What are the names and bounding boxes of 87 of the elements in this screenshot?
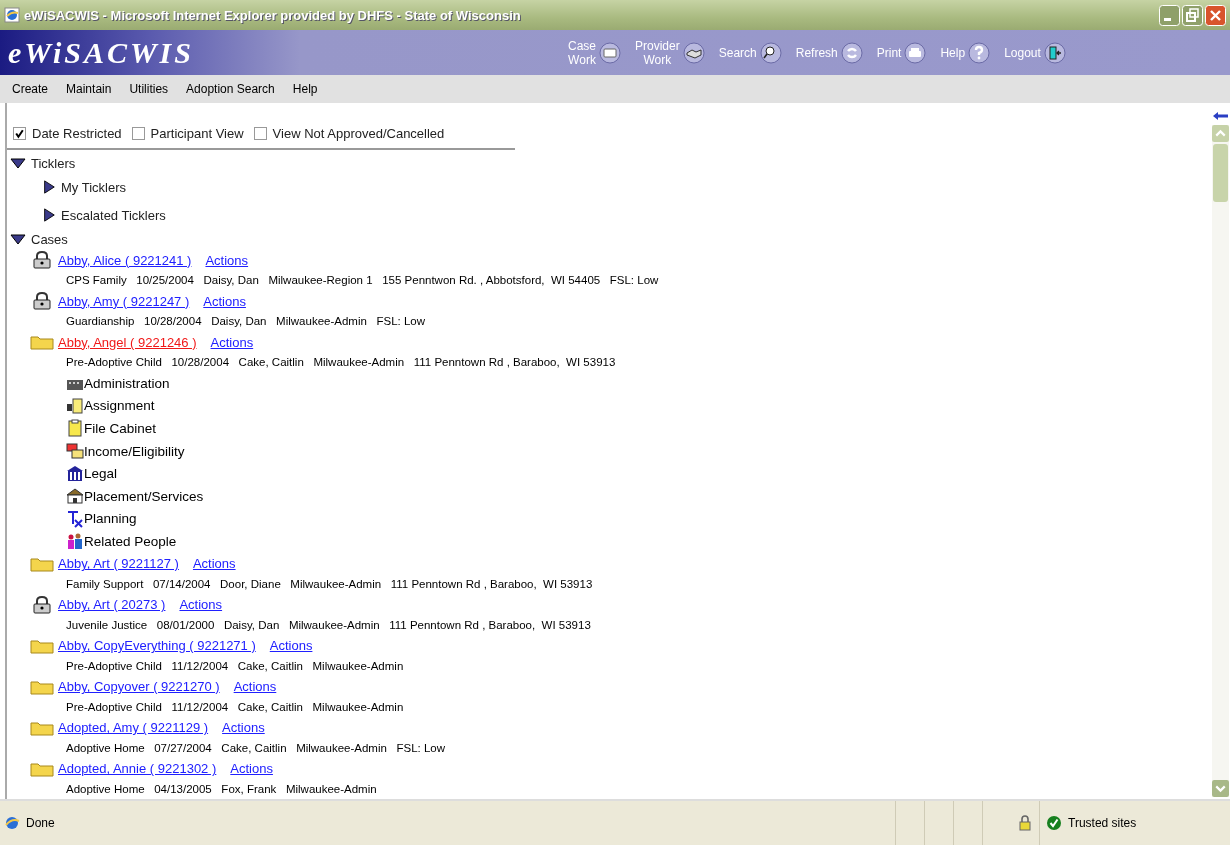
prescription-icon <box>66 509 84 528</box>
checkbox[interactable] <box>253 127 267 140</box>
case-link[interactable]: Abby, Angel ( 9221246 ) <box>58 334 197 350</box>
case-details: Pre-Adoptive Child 11/12/2004 Cake, Caitlin Milwaukee-Admin <box>65 699 405 715</box>
case-details: Family Support 07/14/2004 Door, Diane Milwaukee-Admin 111 Penntown Rd , Baraboo, WI 53913 <box>65 576 594 592</box>
checkbox-label: Participant View <box>150 126 244 141</box>
padlock-icon <box>1017 815 1033 831</box>
checkbox-label: Date Restricted <box>32 126 122 141</box>
handshake-icon <box>682 41 705 64</box>
expand-triangle-icon[interactable] <box>10 233 26 245</box>
scrollbar-thumb[interactable] <box>1212 144 1228 202</box>
case-menu-item[interactable]: Planning <box>84 511 137 527</box>
padlock-icon <box>30 251 54 269</box>
printer-icon <box>904 41 927 64</box>
case-link[interactable]: Abby, Art ( 20273 ) <box>58 597 166 613</box>
case-link[interactable]: Abby, Art ( 9221127 ) <box>58 556 179 572</box>
case-menu-item[interactable]: Legal <box>84 466 118 482</box>
expand-triangle-icon[interactable] <box>42 179 56 195</box>
case-menu-item[interactable]: Income/Eligibility <box>84 443 185 459</box>
tree-item[interactable]: Ticklers <box>31 155 76 171</box>
case-menu-item[interactable]: Placement/Services <box>84 488 204 504</box>
case-details: Adoptive Home 07/27/2004 Cake, Caitlin Milwaukee-Admin FSL: Low <box>65 740 447 756</box>
tree-item[interactable]: Cases <box>31 231 68 247</box>
clipboard-icon <box>66 419 84 438</box>
scroll-down-button[interactable] <box>1211 780 1229 797</box>
case-menu-item[interactable]: File Cabinet <box>84 421 157 436</box>
courthouse-icon <box>66 464 84 483</box>
expand-triangle-icon[interactable] <box>10 157 26 169</box>
case-link[interactable]: Adopted, Annie ( 9221302 ) <box>58 761 217 777</box>
restore-button[interactable] <box>1182 4 1203 26</box>
case-details: Pre-Adoptive Child 10/28/2004 Cake, Caitlin Milwaukee-Admin 111 Penntown Rd , Baraboo, WI 53913 <box>65 355 617 370</box>
case-details: CPS Family 10/25/2004 Daisy, Dan Milwaukee-Region 1 155 Penntwon Rd. , Abbotsford, WI 54405 FSL: Low <box>65 273 660 288</box>
security-zone: Trusted sites <box>1068 816 1137 830</box>
actions-link[interactable]: Actions <box>269 638 313 654</box>
status-text: Done <box>26 816 55 830</box>
actions-link[interactable]: Actions <box>192 556 236 572</box>
padlock-icon <box>30 595 54 614</box>
menu-item[interactable]: Create <box>6 82 55 96</box>
money-icon <box>66 442 84 461</box>
actions-link[interactable]: Actions <box>233 679 277 695</box>
expand-triangle-icon[interactable] <box>42 207 56 223</box>
checkbox[interactable] <box>131 127 145 140</box>
case-menu-item[interactable]: Related People <box>84 533 177 549</box>
checkmark-icon <box>1046 815 1062 831</box>
tree-item[interactable]: My Ticklers <box>61 179 126 195</box>
checkbox[interactable] <box>13 127 26 140</box>
actions-link[interactable]: Actions <box>205 252 249 268</box>
case-link[interactable]: Abby, Alice ( 9221241 ) <box>58 252 192 268</box>
checkbox-label: View Not Approved/Cancelled <box>272 126 445 141</box>
window-title: eWiSACWIS - Microsoft Internet Explorer provided by DHFS - State of Wisconsin <box>24 7 522 23</box>
padlock-icon <box>30 292 54 310</box>
minimize-button[interactable] <box>1159 4 1180 26</box>
scrollbar[interactable] <box>1211 125 1229 797</box>
browser-icon <box>4 815 20 831</box>
search-icon <box>759 41 782 64</box>
actions-link[interactable]: Actions <box>210 334 254 350</box>
actions-link[interactable]: Actions <box>230 761 273 777</box>
menu-item[interactable]: Maintain <box>60 82 118 96</box>
browser-icon <box>4 7 20 23</box>
actions-link[interactable]: Actions <box>203 293 246 309</box>
tree-item[interactable]: Escalated Ticklers <box>61 207 166 223</box>
case-details: Guardianship 10/28/2004 Daisy, Dan Milwaukee-Admin FSL: Low <box>65 314 427 329</box>
case-details: Juvenile Justice 08/01/2000 Daisy, Dan Milwaukee-Admin 111 Penntown Rd , Baraboo, WI 53913 <box>65 617 592 633</box>
actions-link[interactable]: Actions <box>179 597 223 613</box>
case-link[interactable]: Adopted, Amy ( 9221129 ) <box>58 720 209 736</box>
case-link[interactable]: Abby, CopyEverything ( 9221271 ) <box>58 638 256 654</box>
case-link[interactable]: Abby, Copyover ( 9221270 ) <box>58 679 220 695</box>
help-icon <box>968 41 991 64</box>
house-icon <box>66 487 84 506</box>
people-icon <box>66 532 84 551</box>
folder-icon <box>599 41 621 64</box>
actions-link[interactable]: Actions <box>222 720 265 736</box>
app-logo: eWiSACWIS <box>7 35 195 70</box>
document-icon <box>66 396 84 415</box>
menu-item[interactable]: Adoption Search <box>180 82 281 96</box>
case-details: Pre-Adoptive Child 11/12/2004 Cake, Caitlin Milwaukee-Admin <box>65 658 405 674</box>
folder-icon <box>30 333 54 351</box>
back-arrow-icon[interactable] <box>1212 111 1228 121</box>
case-menu-item[interactable]: Assignment <box>84 398 155 414</box>
door-exit-icon <box>1043 41 1066 64</box>
case-details: Adoptive Home 04/13/2005 Fox, Frank Milwaukee-Admin <box>65 781 378 797</box>
menu-item[interactable]: Utilities <box>123 82 175 96</box>
refresh-icon <box>840 41 863 64</box>
case-link[interactable]: Abby, Amy ( 9221247 ) <box>58 293 190 309</box>
close-button[interactable] <box>1205 4 1226 26</box>
menu-item[interactable]: Help <box>286 82 324 96</box>
case-menu-item[interactable]: Administration <box>84 375 170 391</box>
